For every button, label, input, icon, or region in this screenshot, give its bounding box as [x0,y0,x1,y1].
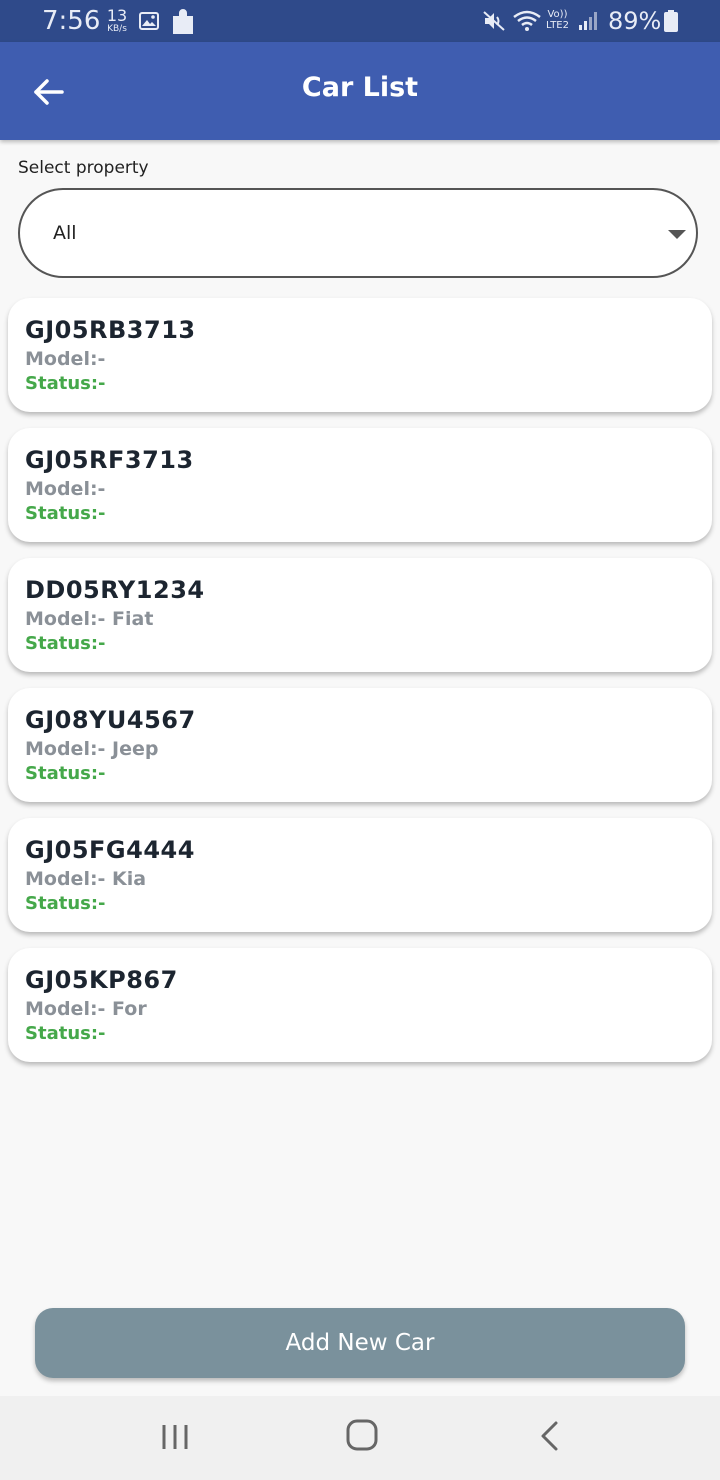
dropdown-selected-value: All [53,222,77,244]
page-title: Car List [301,72,419,103]
car-plate: GJ05RF3713 [25,446,194,474]
recent-apps-icon[interactable] [160,1423,190,1451]
status-bar: 7:56 13 KB/s Vo)) LTE2 89% [0,0,720,42]
car-model: Model:- Jeep [25,738,159,760]
network-speed-unit: KB/s [107,24,127,34]
car-plate: GJ05FG4444 [25,836,195,864]
car-status: Status:- [25,763,106,784]
car-model: Model:- Kia [25,868,147,890]
car-model: Model:- For [25,998,147,1020]
car-card[interactable]: GJ05KP867 Model:- For Status:- [8,948,712,1062]
car-plate: GJ05KP867 [25,966,178,994]
lte-label: LTE2 [546,20,569,31]
network-speed: 13 KB/s [103,8,131,34]
car-card[interactable]: GJ05RB3713 Model:- Status:- [8,298,712,412]
select-property-label: Select property [18,158,149,178]
network-speed-value: 13 [106,6,128,25]
car-model: Model:- [25,348,106,370]
property-dropdown[interactable]: All [18,188,698,278]
car-card[interactable]: GJ05RF3713 Model:- Status:- [8,428,712,542]
car-card[interactable]: GJ05FG4444 Model:- Kia Status:- [8,818,712,932]
car-list: GJ05RB3713 Model:- Status:- GJ05RF3713 M… [8,298,712,1078]
wifi-icon [513,10,541,31]
car-status: Status:- [25,633,106,654]
battery-percent: 89% [608,7,662,35]
car-plate: GJ05RB3713 [25,316,196,344]
puzzle-icon [173,9,193,34]
car-status: Status:- [25,1023,106,1044]
car-card[interactable]: GJ08YU4567 Model:- Jeep Status:- [8,688,712,802]
car-status: Status:- [25,503,106,524]
car-model: Model:- [25,478,106,500]
home-icon[interactable] [345,1418,379,1452]
app-bar: Car List [0,42,720,140]
volte-label: Vo)) [547,9,568,20]
mute-icon [483,11,505,31]
dropdown-arrow-icon [668,230,686,239]
car-card[interactable]: DD05RY1234 Model:- Fiat Status:- [8,558,712,672]
clock: 7:56 [42,6,101,36]
car-status: Status:- [25,893,106,914]
car-status: Status:- [25,373,106,394]
back-icon[interactable] [538,1420,562,1452]
lte-indicator: Vo)) LTE2 [546,9,569,31]
signal-icon [579,12,597,30]
image-icon [139,12,159,30]
car-model: Model:- Fiat [25,608,154,630]
system-nav-bar [0,1396,720,1480]
add-new-car-button[interactable]: Add New Car [35,1308,685,1378]
battery-icon [664,10,678,32]
car-plate: DD05RY1234 [25,576,205,604]
car-plate: GJ08YU4567 [25,706,196,734]
